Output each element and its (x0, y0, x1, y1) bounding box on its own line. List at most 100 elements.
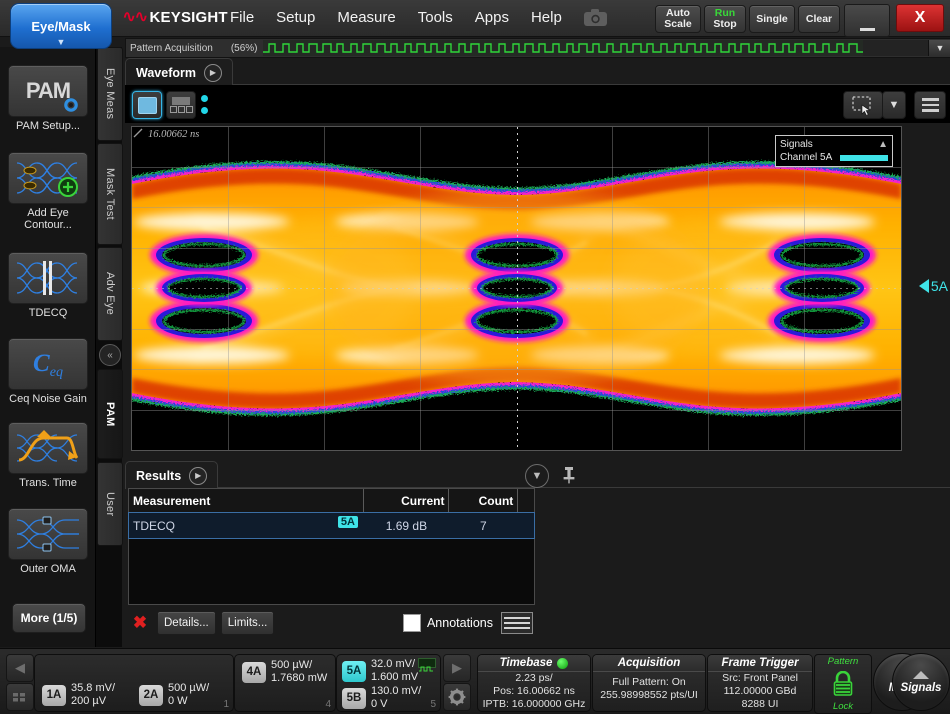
vtab-adv-eye[interactable]: Adv Eye (97, 247, 123, 341)
channel-scale: 130.0 mV/ (371, 685, 421, 697)
padlock-icon (831, 671, 855, 697)
acquisition-info-panel[interactable]: Acquisition Full Pattern: On 255.9899855… (592, 654, 706, 712)
list-view-icon[interactable] (501, 612, 533, 634)
signals-knob[interactable]: Signals (892, 653, 950, 711)
camera-icon[interactable] (583, 7, 608, 28)
signals-legend-channel-row[interactable]: Channel 5A (780, 151, 888, 164)
menu-item-file[interactable]: File (219, 8, 265, 27)
signals-legend-panel[interactable]: Signals ▲ Channel 5A (775, 135, 893, 167)
eye-diagram-display[interactable]: 16.00662 ns Signals ▲ Channel 5A (131, 126, 902, 451)
channel-values: 35.8 mV/ 200 µV (71, 682, 115, 708)
channel-2a[interactable]: 2A 500 µW/ 0 W (139, 682, 209, 708)
caret-down-icon[interactable]: ▼ (882, 91, 906, 119)
tab-waveform[interactable]: Waveform ▶ (125, 58, 233, 86)
sidebar-tool-label: PAM Setup... (8, 120, 88, 132)
menu-item-help[interactable]: Help (520, 8, 573, 27)
red-x-icon[interactable]: ✖ (128, 611, 152, 635)
marquee-select-icon[interactable] (843, 91, 883, 119)
group-number: 5 (430, 699, 436, 710)
single-grid-icon[interactable] (132, 91, 162, 119)
sidebar-tool-tdecq[interactable]: TDECQ (8, 252, 88, 319)
pam-setup-icon: PAM (8, 65, 88, 117)
clear-button[interactable]: Clear (798, 5, 840, 33)
pin-icon[interactable] (561, 466, 577, 484)
eye-mask-mode-button[interactable]: Eye/Mask ▼ (10, 3, 112, 49)
minimize-button[interactable] (844, 4, 890, 37)
signals-knob-label: Signals (901, 682, 942, 694)
hamburger-menu-icon[interactable] (914, 91, 946, 119)
channel-group-5[interactable]: 5A 32.0 mV/ 1.600 mV 5B 130.0 mV/ 0 V 5 (336, 654, 441, 712)
multi-grid-icon[interactable] (166, 91, 196, 119)
close-icon: X (915, 9, 926, 27)
frame-trigger-info-panel[interactable]: Frame Trigger Src: Front Panel 112.00000… (707, 654, 813, 712)
double-chevron-left-icon[interactable]: « (99, 344, 121, 366)
channel-badge: 2A (139, 685, 163, 706)
limits-button[interactable]: Limits... (221, 611, 275, 635)
frame-trigger-line-3: 8288 UI (708, 698, 812, 711)
vtab-eye-meas[interactable]: Eye Meas (97, 47, 123, 141)
sidebar-tool-add-eye-contour[interactable]: Add Eye Contour... (8, 152, 88, 231)
add-eye-contour-icon (8, 152, 88, 204)
play-circle-icon[interactable]: ▶ (204, 64, 222, 82)
column-header-current[interactable]: Current (364, 489, 449, 513)
channel-5b[interactable]: 5B 130.0 mV/ 0 V (342, 685, 421, 711)
tdecq-icon (8, 252, 88, 304)
gear-icon[interactable] (443, 683, 471, 711)
menu-item-tools[interactable]: Tools (407, 8, 464, 27)
channel-group-4[interactable]: 4A 500 µW/ 1.7680 mW 4 (234, 654, 336, 712)
sidebar-tool-outer-oma[interactable]: Outer OMA (8, 508, 88, 575)
pattern-acquisition-label: Pattern Acquisition (126, 43, 213, 54)
menu-item-setup[interactable]: Setup (265, 8, 326, 27)
chevron-down-circle-icon[interactable]: ▼ (525, 464, 549, 488)
pattern-dropdown-button[interactable]: ▼ (928, 40, 950, 56)
caret-right-icon[interactable]: ▶ (443, 654, 471, 682)
pattern-lock-indicator[interactable]: Pattern Lock (814, 654, 872, 714)
caret-left-icon[interactable]: ◀ (6, 654, 34, 682)
channel-4a[interactable]: 4A 500 µW/ 1.7680 mW (242, 659, 327, 685)
chevron-up-icon[interactable]: ▲ (878, 138, 888, 151)
column-header-measurement[interactable]: Measurement (129, 489, 364, 513)
signals-legend-header: Signals ▲ (780, 138, 888, 151)
channel-offset: 1.7680 mW (271, 672, 327, 684)
clear-label: Clear (806, 14, 832, 25)
menu-item-apps[interactable]: Apps (464, 8, 520, 27)
results-table-container[interactable]: Measurement Current Count TDECQ 5A 1.69 … (128, 488, 535, 605)
channel-5a[interactable]: 5A 32.0 mV/ 1.600 mV (342, 658, 418, 684)
vtab-mask-test[interactable]: Mask Test (97, 143, 123, 245)
column-header-blank[interactable] (518, 489, 534, 513)
sidebar-tool-ceq-noise-gain[interactable]: Ceq Ceq Noise Gain (8, 338, 88, 405)
timebase-line-3: IPTB: 16.000000 GHz (478, 698, 590, 711)
sidebar-tool-pam-setup[interactable]: PAM PAM Setup... (8, 65, 88, 132)
outer-oma-icon (8, 508, 88, 560)
timebase-info-panel[interactable]: Timebase 2.23 ps/ Pos: 16.00662 ns IPTB:… (477, 654, 591, 712)
tool-sidebar: PAM PAM Setup... (0, 47, 96, 647)
tab-results[interactable]: Results ▶ (125, 461, 218, 489)
vtab-pam[interactable]: PAM (97, 369, 123, 459)
grid-icon[interactable] (6, 683, 34, 711)
eye-mask-label: Eye/Mask (31, 19, 90, 34)
annotations-checkbox[interactable] (403, 614, 421, 632)
channel-1a[interactable]: 1A 35.8 mV/ 200 µV (42, 682, 115, 708)
channel-group-1[interactable]: 1A 35.8 mV/ 200 µV 2A 500 µW/ 0 W 1 (34, 654, 234, 712)
channel-scale: 32.0 mV/ (371, 658, 415, 670)
auto-scale-button[interactable]: Auto Scale (655, 5, 701, 33)
run-stop-button[interactable]: Run Stop (704, 5, 746, 33)
vtab-user[interactable]: User (97, 462, 123, 546)
pattern-lock-bottom-label: Lock (833, 701, 853, 712)
single-button[interactable]: Single (749, 5, 795, 33)
channel-scale: 500 µW/ (271, 659, 312, 671)
play-circle-icon[interactable]: ▶ (189, 467, 207, 485)
close-button[interactable]: X (896, 4, 944, 32)
more-tools-button[interactable]: More (1/5) (12, 603, 86, 633)
column-header-count[interactable]: Count (449, 489, 518, 513)
table-row[interactable]: TDECQ 5A 1.69 dB 7 (129, 513, 534, 539)
channel-scale: 35.8 mV/ (71, 682, 115, 694)
chevron-down-icon: ▼ (936, 43, 945, 53)
details-button[interactable]: Details... (157, 611, 216, 635)
vtab-label: PAM (104, 402, 116, 427)
two-dots-icon[interactable] (201, 95, 208, 114)
sidebar-tool-trans-time[interactable]: Trans. Time (8, 422, 88, 489)
transition-time-icon (8, 422, 88, 474)
channel-5a-position-marker[interactable]: 5A (919, 278, 948, 294)
menu-item-measure[interactable]: Measure (326, 8, 406, 27)
